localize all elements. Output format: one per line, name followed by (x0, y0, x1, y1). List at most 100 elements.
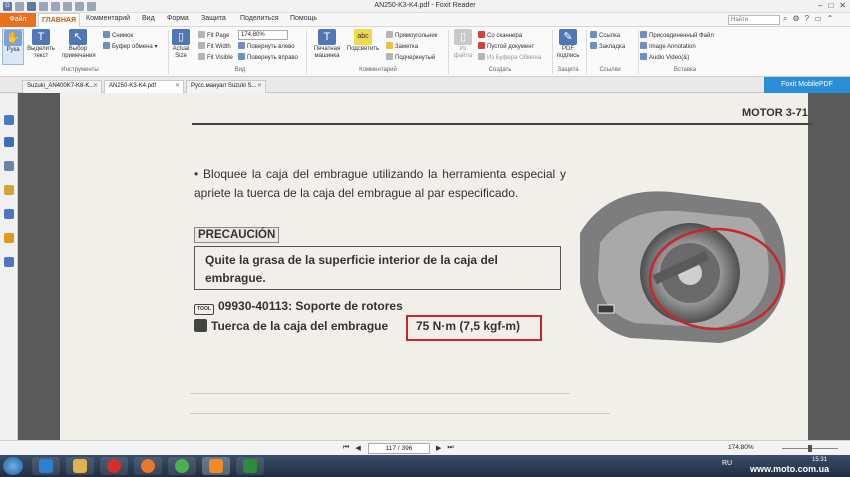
maximize-button[interactable]: □ (828, 1, 833, 10)
image-annotation-button[interactable]: Image Annotation (640, 42, 696, 50)
attach-file-button[interactable]: Присоединенный Файл (640, 31, 714, 39)
taskbar-firefox[interactable] (134, 457, 162, 475)
fit-width-button[interactable]: Fit Width (198, 42, 231, 50)
prev-page-icon[interactable]: ◀ (355, 444, 360, 452)
zoom-field[interactable]: 174.80% (238, 30, 288, 40)
tab-protect[interactable]: Защита (201, 15, 226, 22)
taskbar-excel[interactable] (236, 457, 264, 475)
media-icon (640, 53, 647, 60)
close-tab-icon[interactable]: ✕ (175, 81, 180, 92)
first-page-icon[interactable]: ⏮ (343, 444, 349, 452)
left-navigation-panel (0, 93, 18, 440)
search-icon[interactable]: ⌕ (783, 14, 787, 24)
doc-tab-an250[interactable]: AN250-K3-K4.pdf ✕ (104, 80, 184, 93)
scanner-icon (478, 31, 485, 38)
pointer-icon: ↖ (69, 29, 87, 45)
close-tab-icon[interactable]: ✕ (93, 81, 98, 92)
fit-page-button[interactable]: Fit Page (198, 31, 229, 39)
foxit-mobilepdf-button[interactable]: Foxit MobilePDF (764, 77, 850, 93)
restore-icon[interactable]: ▭ (814, 14, 822, 24)
language-indicator[interactable]: RU (722, 460, 732, 467)
comments-icon[interactable] (4, 185, 14, 195)
taskbar: RU 15:31 (0, 455, 850, 477)
tab-comment[interactable]: Комментарий (86, 15, 130, 22)
page-thumbnails-icon[interactable] (4, 115, 14, 125)
actual-size-button[interactable]: ▯ Actual Size (168, 29, 194, 60)
fit-page-icon (198, 31, 205, 38)
foxit-icon (209, 459, 223, 473)
bookmark-button[interactable]: Закладка (590, 42, 625, 50)
close-button[interactable]: ✕ (839, 1, 846, 10)
tab-form[interactable]: Форма (167, 15, 189, 22)
taskbar-explorer[interactable] (66, 457, 94, 475)
group-label-tools: Инструменты (61, 67, 99, 73)
pages-icon[interactable] (4, 137, 14, 147)
doc-tab-russian-manual[interactable]: Русс.мануал Suzuki S... ✕ (186, 80, 266, 93)
rotate-right-button[interactable]: Повернуть вправо (238, 53, 298, 61)
tab-home[interactable]: ГЛАВНАЯ (38, 13, 80, 27)
rectangle-icon (386, 31, 393, 38)
note-button[interactable]: Заметка (386, 42, 418, 50)
tool-spec-text: 09930-40113: Soporte de rotores (218, 299, 403, 313)
tab-view[interactable]: Вид (142, 15, 155, 22)
pdf-page: MOTOR 3-71 • Bloquee la caja del embragu… (60, 93, 812, 440)
tab-share[interactable]: Поделиться (240, 15, 279, 22)
torque-spec: Tuerca de la caja del embrague (194, 319, 388, 333)
security-icon[interactable] (4, 233, 14, 243)
help-icon[interactable]: ? (805, 14, 809, 24)
blank-page-icon (478, 42, 485, 49)
page-navigation-next: ▶ ⏭ (436, 444, 454, 452)
note-icon (386, 42, 393, 49)
rotate-left-button[interactable]: Повернуть влево (238, 42, 295, 50)
taskbar-opera[interactable] (100, 457, 128, 475)
underline-button[interactable]: Подчеркнутый (386, 53, 435, 61)
rectangle-button[interactable]: Прямоугольник (386, 31, 437, 39)
start-button[interactable] (3, 457, 23, 475)
taskbar-ie[interactable] (32, 457, 60, 475)
select-annotation-button[interactable]: ↖ Выбор примечания (62, 29, 96, 60)
from-file-button[interactable]: ▯ Из файла (450, 29, 476, 60)
settings-icon[interactable]: ⚙ (792, 14, 799, 24)
audio-video-button[interactable]: Audio Video(&) (640, 53, 689, 61)
hand-button[interactable]: ✋ Рука (2, 29, 24, 65)
folder-icon (73, 459, 87, 473)
rotate-left-icon (238, 42, 245, 49)
clock[interactable]: 15:31 (812, 457, 827, 463)
taskbar-chrome[interactable] (168, 457, 196, 475)
last-page-icon[interactable]: ⏭ (447, 444, 453, 452)
page-header: MOTOR 3-71 (742, 107, 808, 119)
page-number-field[interactable]: 117 / 396 (368, 443, 430, 454)
watermark: www.moto.com.ua (750, 464, 830, 474)
ribbon-tabs: Файл ГЛАВНАЯ Комментарий Вид Форма Защит… (0, 13, 850, 27)
taskbar-foxit[interactable] (202, 457, 230, 475)
highlight-button[interactable]: abc Подсветить (345, 29, 381, 53)
pen-icon: ✎ (559, 29, 577, 45)
clipboard-button[interactable]: Буфер обмена ▾ (103, 42, 157, 50)
zoom-percent: 174.80% (728, 444, 754, 451)
link-button[interactable]: Ссылка (590, 31, 620, 39)
snapshot-button[interactable]: Снимок (103, 31, 133, 39)
fit-visible-button[interactable]: Fit Visible (198, 53, 233, 61)
zoom-slider-handle[interactable] (808, 445, 812, 452)
fit-visible-icon (198, 53, 205, 60)
layers-icon[interactable] (4, 161, 14, 171)
next-page-icon[interactable]: ▶ (436, 444, 441, 452)
from-scanner-button[interactable]: Со сканнера (478, 31, 522, 39)
hand-icon: ✋ (4, 30, 22, 46)
collapse-icon[interactable]: ⌃ (827, 14, 834, 24)
signatures-icon[interactable] (4, 257, 14, 267)
tab-file[interactable]: Файл (0, 13, 36, 27)
close-tab-icon[interactable]: ✕ (257, 81, 262, 92)
blank-document-button[interactable]: Пустой документ (478, 42, 534, 50)
typewriter-button[interactable]: T Печатная машинка (309, 29, 345, 60)
attachments-icon[interactable] (4, 209, 14, 219)
select-text-button[interactable]: T Выделить текст (25, 29, 57, 60)
document-viewport[interactable]: MOTOR 3-71 • Bloquee la caja del embragu… (18, 93, 850, 440)
minimize-button[interactable]: – (818, 1, 822, 10)
from-clipboard-button[interactable]: Из Буфера Обмена (478, 53, 541, 61)
doc-tab-suzuki-an400[interactable]: Suzuki_AN400K7-K8-K... ✕ (22, 80, 102, 93)
group-label-links: Ссылки (599, 67, 621, 73)
pdf-sign-button[interactable]: ✎ PDF подпись (554, 29, 582, 60)
search-input[interactable]: Найти (728, 15, 780, 25)
tab-help[interactable]: Помощь (290, 15, 317, 22)
